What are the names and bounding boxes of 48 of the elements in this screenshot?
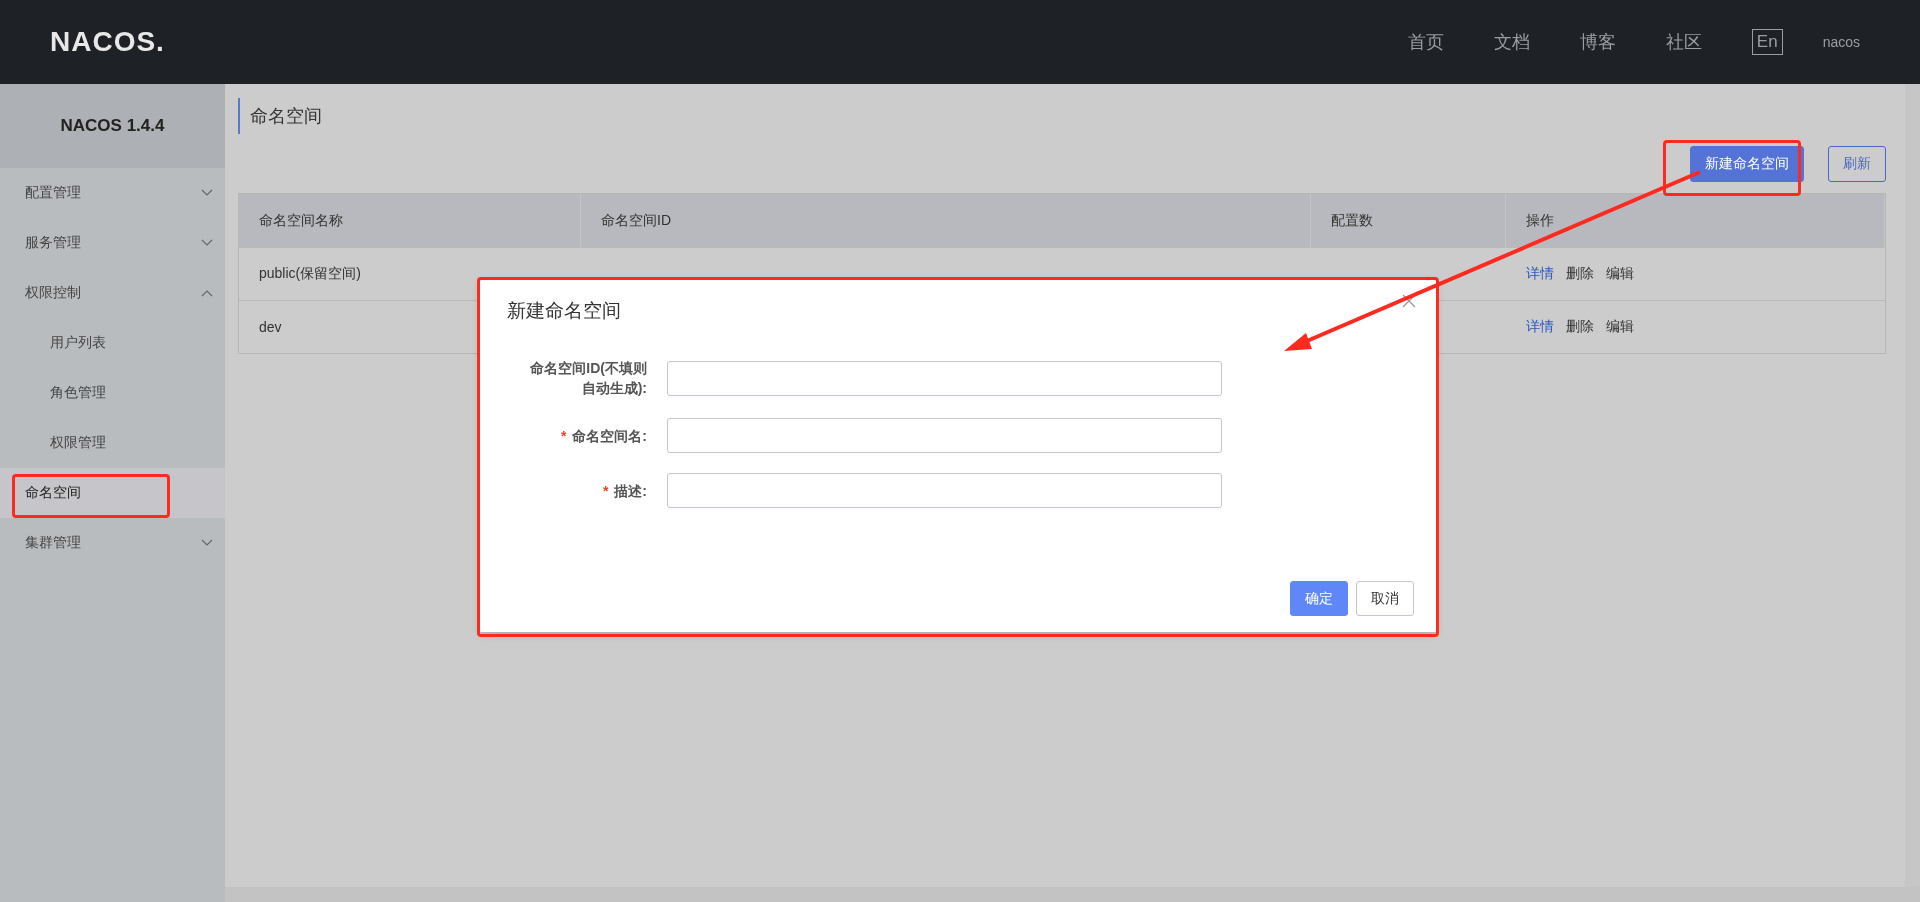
user-name[interactable]: nacos bbox=[1822, 34, 1870, 50]
column-header: 命名空间ID bbox=[581, 194, 1311, 247]
product-version: NACOS 1.4.4 bbox=[0, 84, 225, 168]
action-link[interactable]: 编辑 bbox=[1606, 265, 1634, 283]
close-icon[interactable] bbox=[1402, 294, 1416, 308]
scrollbar[interactable] bbox=[1905, 84, 1920, 887]
action-link[interactable]: 详情 bbox=[1526, 318, 1554, 336]
input-field[interactable] bbox=[667, 360, 1222, 396]
logo[interactable]: NACOS. bbox=[50, 26, 165, 58]
sidebar-item[interactable]: 配置管理 bbox=[0, 168, 225, 218]
required-mark: * bbox=[602, 482, 609, 499]
sidebar-item[interactable]: 角色管理 bbox=[0, 368, 225, 418]
sidebar-item[interactable]: 命名空间 bbox=[0, 468, 225, 518]
dialog-title: 新建命名空间 bbox=[507, 299, 621, 323]
sidebar-item[interactable]: 权限控制 bbox=[0, 268, 225, 318]
field-label: * 命名空间名: bbox=[559, 426, 647, 446]
sidebar-item[interactable]: 服务管理 bbox=[0, 218, 225, 268]
chevron-down-icon bbox=[201, 189, 213, 197]
sidebar-item[interactable]: 权限管理 bbox=[0, 418, 225, 468]
refresh-button[interactable]: 刷新 bbox=[1828, 146, 1886, 182]
nav-link[interactable]: 博客 bbox=[1579, 30, 1616, 54]
page-title: 命名空间 bbox=[238, 98, 1886, 134]
cancel-button[interactable]: 取消 bbox=[1356, 581, 1414, 616]
chevron-down-icon bbox=[201, 239, 213, 247]
input-field[interactable] bbox=[667, 418, 1222, 453]
input-field[interactable] bbox=[667, 473, 1222, 508]
table-cell: public(保留空间) bbox=[259, 265, 361, 283]
sidebar-item[interactable]: 用户列表 bbox=[0, 318, 225, 368]
column-header: 命名空间名称 bbox=[239, 194, 581, 247]
confirm-button[interactable]: 确定 bbox=[1290, 581, 1348, 616]
column-header: 操作 bbox=[1506, 194, 1885, 247]
required-mark: * bbox=[560, 427, 567, 444]
chevron-down-icon bbox=[201, 539, 213, 547]
chevron-up-icon bbox=[201, 289, 213, 297]
sidebar-item[interactable]: 集群管理 bbox=[0, 518, 225, 568]
action-link[interactable]: 删除 bbox=[1566, 318, 1594, 336]
action-link[interactable]: 编辑 bbox=[1606, 318, 1634, 336]
table-cell: dev bbox=[259, 319, 282, 335]
field-label: 命名空间ID(不填则自动生成): bbox=[529, 359, 647, 398]
language-toggle[interactable]: En bbox=[1751, 29, 1783, 55]
nav-link[interactable]: 首页 bbox=[1407, 30, 1444, 54]
field-label: * 描述: bbox=[601, 481, 647, 501]
column-header: 配置数 bbox=[1311, 194, 1506, 247]
action-link[interactable]: 删除 bbox=[1566, 265, 1594, 283]
create-button[interactable]: 新建命名空间 bbox=[1690, 146, 1804, 182]
action-link[interactable]: 详情 bbox=[1526, 265, 1554, 283]
nav-link[interactable]: 文档 bbox=[1493, 30, 1530, 54]
nav-link[interactable]: 社区 bbox=[1665, 30, 1702, 54]
